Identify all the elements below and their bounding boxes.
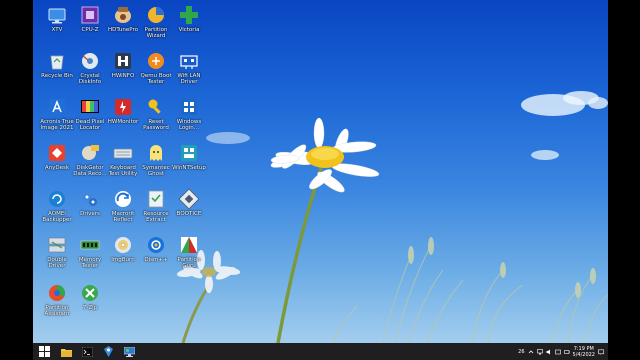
desktop-icon[interactable]: Victoria — [170, 4, 208, 33]
memory-icon — [80, 240, 100, 250]
anydesk-icon — [49, 145, 65, 161]
desktop-icon-label: Windows Login... — [176, 119, 202, 132]
folder-icon — [61, 348, 72, 357]
partition-guru-icon — [181, 237, 197, 253]
partition-assistant-icon — [49, 284, 66, 301]
keyboard-layout-icon[interactable] — [554, 349, 561, 355]
desktop-icon[interactable]: 7-Zip — [71, 282, 109, 311]
crystal-diskinfo-icon — [82, 53, 98, 69]
battery-icon[interactable] — [563, 349, 570, 355]
hwmonitor-icon — [115, 99, 131, 115]
file-explorer-button[interactable] — [59, 344, 74, 359]
ghost-icon — [150, 145, 162, 161]
desktop-icon[interactable]: Windows Login... — [170, 96, 208, 132]
desktop-icon-label: BOOTICE — [176, 211, 202, 217]
acronis-icon — [49, 99, 65, 115]
app-icon — [104, 346, 113, 357]
zip-icon — [82, 285, 98, 301]
windows-login-icon — [181, 99, 197, 115]
start-button[interactable] — [37, 344, 52, 359]
temperature-indicator[interactable]: 26 — [518, 349, 524, 355]
clock[interactable]: 7:19 PM 5/4/2022 — [573, 346, 595, 358]
command-prompt-button[interactable] — [80, 344, 95, 359]
qemu-icon — [148, 53, 164, 69]
task-manager-button[interactable] — [122, 344, 137, 359]
taskbar: 26 7:19 PM 5/4/2022 — [33, 343, 608, 360]
pinned-app-button[interactable] — [101, 344, 116, 359]
terminal-icon — [82, 346, 93, 357]
victoria-cross-icon — [180, 6, 198, 24]
desktop[interactable]: XTV CPU-Z HDTunePro Partition Wizard Victori… — [33, 0, 608, 343]
macrorit-icon — [115, 191, 131, 207]
desktop-icon-label: 7-Zip — [82, 305, 98, 311]
recycle-bin-icon — [50, 55, 64, 70]
network-driver-icon — [180, 55, 198, 69]
volume-icon[interactable] — [546, 349, 552, 355]
resource-icon — [148, 190, 164, 208]
windows-logo-icon — [39, 346, 50, 357]
notification-icon[interactable] — [598, 349, 604, 355]
screen: XTV CPU-Z HDTunePro Partition Wizard Victori… — [0, 0, 640, 360]
drivers-icon — [83, 193, 97, 206]
desktop-icon[interactable]: Wifi LAN Driver — [170, 50, 208, 86]
clock-date: 5/4/2022 — [572, 351, 595, 358]
diskgetor-icon — [82, 145, 99, 160]
aomei-icon — [49, 191, 65, 207]
desktop-icon-label: Partition Guru — [177, 257, 201, 270]
desktop-icon-label: Wifi LAN Driver — [177, 73, 201, 86]
bootice-icon — [178, 188, 200, 210]
desktop-icon-label: Victoria — [178, 27, 200, 33]
desktop-icon-label: WinNTSetup — [172, 165, 206, 171]
cpu-icon — [81, 6, 99, 24]
desktop-icon[interactable]: Partition Guru — [170, 234, 208, 270]
desktop-icon[interactable]: BOOTICE — [170, 188, 208, 217]
network-icon[interactable] — [536, 348, 543, 355]
key-icon — [148, 99, 161, 114]
hd-tune-icon — [115, 7, 131, 23]
monitor-icon — [124, 346, 135, 357]
chevron-up-icon[interactable] — [528, 349, 534, 355]
winntsetup-icon — [181, 145, 197, 161]
disc-icon — [115, 237, 131, 253]
dism-icon — [148, 237, 164, 253]
clock-time: 7:19 PM — [573, 345, 594, 352]
double-driver-icon — [48, 237, 66, 253]
partition-wizard-icon — [148, 7, 164, 23]
system-tray: 26 7:19 PM 5/4/2022 — [518, 343, 604, 360]
hwinfo-icon — [115, 53, 131, 69]
tv-icon — [48, 8, 66, 24]
keyboard-icon — [113, 148, 133, 159]
desktop-icon[interactable]: WinNTSetup — [170, 142, 208, 171]
dead-pixel-icon — [81, 100, 99, 113]
